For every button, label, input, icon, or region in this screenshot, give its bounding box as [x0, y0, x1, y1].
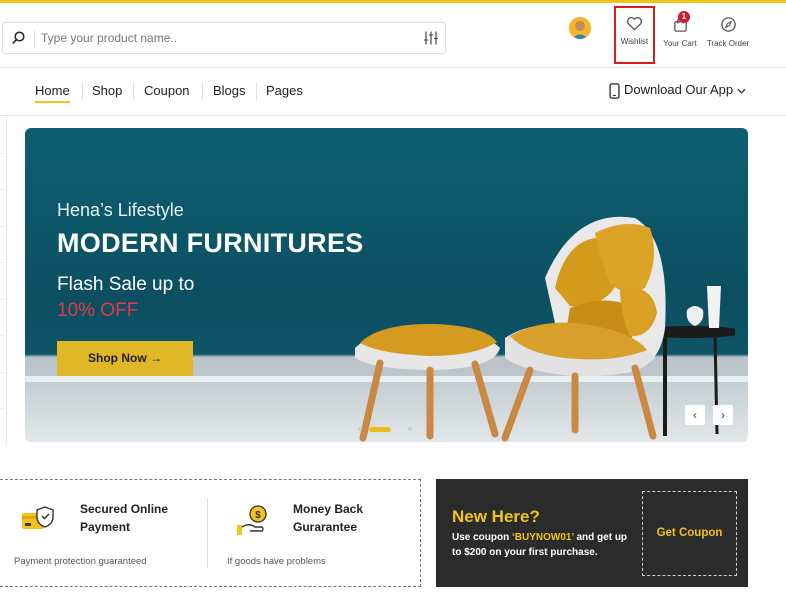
get-coupon-button[interactable]: Get Coupon	[642, 491, 737, 576]
nav-item-shop[interactable]: Shop	[92, 83, 122, 98]
new-here-promo: New Here? Use coupon ‘BUYNOW01’ and get …	[436, 479, 748, 587]
search-divider	[34, 30, 35, 47]
money-back-hand-icon: $	[237, 505, 267, 535]
banner-discount: 10% OFF	[57, 300, 139, 321]
wishlist-label: Wishlist	[620, 37, 649, 46]
banner-next-button[interactable]: ›	[713, 405, 733, 425]
promo-title: New Here?	[452, 507, 540, 526]
nav-divider	[202, 82, 203, 100]
feature-desc-secure-payment: Payment protection guaranteed	[14, 556, 147, 567]
hero-banner: Hena’s Lifestyle MODERN FURNITURES Flash…	[25, 128, 748, 442]
search-bar	[2, 22, 446, 54]
shop-now-button[interactable]: Shop Now →	[57, 341, 193, 376]
wishlist-button[interactable]: Wishlist	[614, 6, 655, 64]
feature-title-money-back: Money Back Gurarantee	[293, 502, 364, 534]
feature-title-secure-payment: Secured Online Payment	[80, 502, 169, 534]
svg-text:$: $	[255, 510, 261, 521]
lounge-chair-illustration	[355, 216, 735, 442]
nav-item-coupon[interactable]: Coupon	[144, 83, 190, 98]
banner-prev-button[interactable]: ‹	[685, 405, 705, 425]
nav-divider	[256, 82, 257, 100]
cart-count-badge: 1	[678, 11, 690, 23]
carousel-dot-2[interactable]	[369, 427, 391, 432]
avatar[interactable]	[569, 17, 591, 39]
nav-item-blogs[interactable]: Blogs	[213, 83, 246, 98]
carousel-dot-1[interactable]	[358, 427, 362, 431]
heart-icon	[627, 16, 642, 31]
chevron-down-icon	[737, 88, 746, 94]
track-order-button[interactable]: Track Order	[703, 13, 753, 58]
secure-card-icon	[22, 506, 54, 529]
header: Wishlist Your Cart 1 Track Order	[0, 3, 786, 68]
track-order-label: Track Order	[706, 39, 750, 48]
compass-icon	[720, 17, 736, 32]
banner-flash-text: Flash Sale up to	[57, 274, 195, 295]
features-panel: Secured Online Payment Payment protectio…	[0, 479, 421, 587]
coupon-code: ‘BUYNOW01’	[512, 532, 574, 543]
nav-item-home[interactable]: Home	[35, 83, 70, 103]
download-app-label: Download Our App	[624, 82, 734, 97]
category-sidebar-edge	[0, 117, 7, 445]
phone-icon	[609, 82, 620, 99]
user-avatar-icon	[569, 17, 591, 39]
promo-text: Use coupon ‘BUYNOW01’ and get up to $200…	[452, 530, 630, 560]
nav-divider	[133, 82, 134, 100]
nav-divider	[82, 82, 83, 100]
carousel-dot-3[interactable]	[408, 427, 412, 431]
banner-title: MODERN FURNITURES	[57, 228, 364, 258]
search-icon[interactable]	[11, 30, 27, 46]
download-app-menu[interactable]: Download Our App	[609, 82, 746, 99]
feature-divider	[207, 498, 208, 568]
main-nav: Home Shop Coupon Blogs Pages Download Ou…	[0, 68, 786, 116]
search-input[interactable]	[41, 28, 411, 48]
feature-desc-money-back: If goods have problems	[227, 556, 326, 567]
cart-label: Your Cart	[663, 39, 697, 48]
filter-sliders-icon[interactable]	[423, 30, 439, 46]
nav-item-pages[interactable]: Pages	[266, 83, 303, 98]
promo-text-start: Use coupon	[452, 532, 513, 543]
banner-subtitle: Hena’s Lifestyle	[57, 200, 184, 220]
